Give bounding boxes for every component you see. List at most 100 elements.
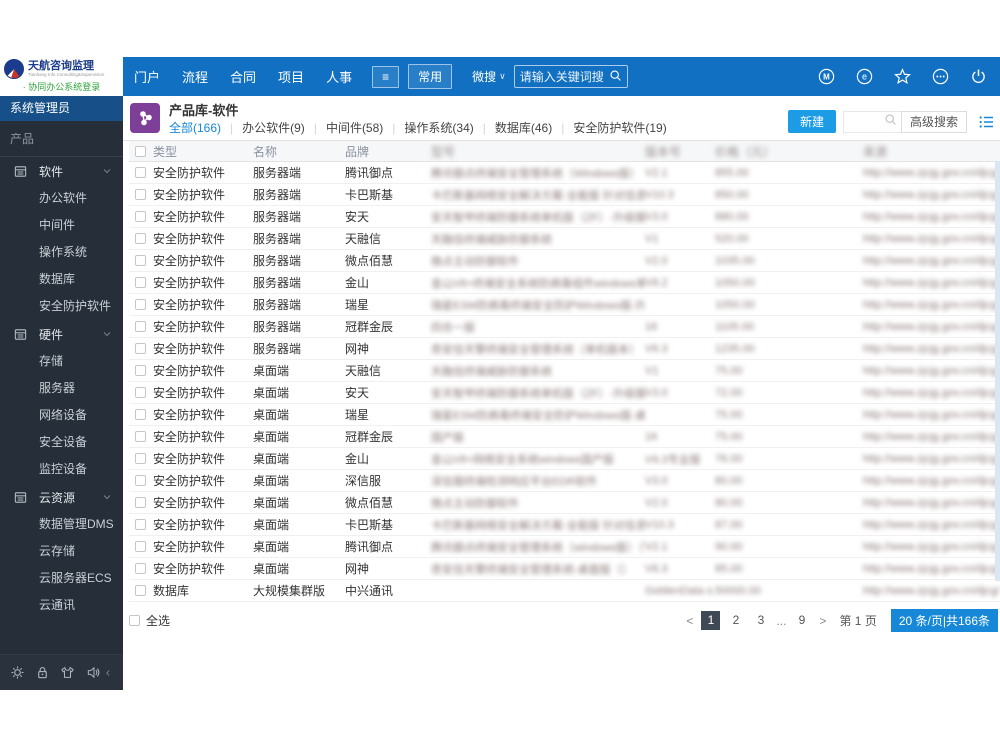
nav-tab-4[interactable]: 人事 (326, 67, 352, 86)
filter-tab-2[interactable]: 中间件(58) (326, 119, 383, 136)
nav-tab-common[interactable]: 常用 (408, 64, 453, 89)
row-checkbox[interactable] (135, 167, 146, 178)
page-button-9[interactable]: 9 (792, 611, 812, 630)
row-checkbox[interactable] (135, 563, 146, 574)
table-row-3[interactable]: 安全防护软件 服务器端 天融信 天融信终端威胁防御系统 V1 520.00 ht… (129, 228, 1000, 250)
gear-icon[interactable] (10, 665, 25, 680)
row-checkbox[interactable] (135, 497, 146, 508)
column-header-blurred[interactable]: 版本号 (645, 143, 715, 160)
row-checkbox[interactable] (135, 541, 146, 552)
table-row-10[interactable]: 安全防护软件 桌面端 安天 安天智甲终端防御系统单机版（ZF）-升级服务(三年)… (129, 382, 1000, 404)
row-checkbox[interactable] (135, 409, 146, 420)
row-checkbox[interactable] (135, 343, 146, 354)
sidebar-group-1[interactable]: 硬件 (0, 320, 123, 348)
table-row-11[interactable]: 安全防护软件 桌面端 瑞星 瑞星ESM防病毒终端安全防护Windows版-桌面授… (129, 404, 1000, 426)
prev-page-button[interactable]: < (681, 614, 698, 628)
row-checkbox[interactable] (135, 255, 146, 266)
sidebar-item-安全防护软件[interactable]: 安全防护软件 (0, 293, 123, 320)
sidebar-item-操作系统[interactable]: 操作系统 (0, 239, 123, 266)
sidebar-group-2[interactable]: 云资源 (0, 483, 123, 511)
collapse-sidebar-icon[interactable] (103, 668, 113, 678)
wsearch-dropdown[interactable]: 微搜 ∨ (472, 68, 506, 85)
row-checkbox[interactable] (135, 453, 146, 464)
more-circle-icon[interactable] (932, 68, 949, 85)
table-row-8[interactable]: 安全防护软件 服务器端 网神 奇安信天擎终端安全管理系统（单机版本） V6.3 … (129, 338, 1000, 360)
filter-tab-0[interactable]: 全部(166) (169, 119, 221, 146)
table-row-0[interactable]: 安全防护软件 服务器端 腾讯御点 腾讯御点终端安全管理系统（Windows版） … (129, 162, 1000, 184)
page-button-1[interactable]: 1 (701, 611, 721, 630)
row-checkbox[interactable] (135, 519, 146, 530)
sidebar-item-云服务器ECS[interactable]: 云服务器ECS (0, 565, 123, 592)
column-header[interactable]: 类型 (153, 143, 253, 160)
advanced-search-button[interactable]: 高级搜索 (900, 110, 967, 133)
new-button[interactable]: 新建 (787, 110, 836, 133)
table-row-9[interactable]: 安全防护软件 桌面端 天融信 天融信终端威胁防御系统 V1 75.00 http… (129, 360, 1000, 382)
next-page-button[interactable]: > (814, 614, 831, 628)
sidebar-item-服务器[interactable]: 服务器 (0, 375, 123, 402)
table-row-12[interactable]: 安全防护软件 桌面端 冠群金辰 国产版 16 75.00 http://www.… (129, 426, 1000, 448)
nav-tab-1[interactable]: 流程 (182, 67, 208, 86)
sidebar-item-办公软件[interactable]: 办公软件 (0, 185, 123, 212)
row-checkbox[interactable] (135, 475, 146, 486)
table-row-7[interactable]: 安全防护软件 服务器端 冠群金辰 四合一版 16 1105.00 http://… (129, 316, 1000, 338)
sidebar-group-0[interactable]: 软件 (0, 157, 123, 185)
table-search-input[interactable] (842, 110, 901, 133)
row-checkbox[interactable] (135, 585, 146, 596)
page-button-3[interactable]: 3 (751, 611, 771, 630)
table-row-14[interactable]: 安全防护软件 桌面端 深信服 深信服终端检测响应平台EDR软件 V3.0 80.… (129, 470, 1000, 492)
row-checkbox[interactable] (135, 277, 146, 288)
sound-icon[interactable] (86, 665, 101, 680)
filter-tab-1[interactable]: 办公软件(9) (242, 119, 305, 136)
sidebar-item-监控设备[interactable]: 监控设备 (0, 456, 123, 483)
row-checkbox[interactable] (135, 189, 146, 200)
header-checkbox[interactable] (135, 145, 146, 157)
vertical-scrollbar[interactable] (995, 161, 1000, 581)
column-header-blurred[interactable]: 型号 (431, 143, 645, 160)
row-checkbox[interactable] (135, 299, 146, 310)
table-row-6[interactable]: 安全防护软件 服务器端 瑞星 瑞星ESM防病毒终端安全防护Windows版-升级… (129, 294, 1000, 316)
filter-tab-5[interactable]: 安全防护软件(19) (573, 119, 666, 136)
sidebar-item-云存储[interactable]: 云存储 (0, 538, 123, 565)
global-search-input[interactable]: 请输入关键词搜 (513, 65, 628, 88)
table-row-1[interactable]: 安全防护软件 服务器端 卡巴斯基 卡巴斯基网络安全解决方案-全能版 针对信息安全… (129, 184, 1000, 206)
row-checkbox[interactable] (135, 233, 146, 244)
sidebar-item-网络设备[interactable]: 网络设备 (0, 402, 123, 429)
theme-shirt-icon[interactable] (60, 665, 75, 680)
select-all-checkbox[interactable] (129, 615, 140, 626)
filter-tab-3[interactable]: 操作系统(34) (404, 119, 473, 136)
sidebar-item-安全设备[interactable]: 安全设备 (0, 429, 123, 456)
page-button-2[interactable]: 2 (726, 611, 746, 630)
row-checkbox[interactable] (135, 431, 146, 442)
table-row-2[interactable]: 安全防护软件 服务器端 安天 安天智甲终端防御系统单机版（ZF）-升级服务(三年… (129, 206, 1000, 228)
row-checkbox[interactable] (135, 365, 146, 376)
list-view-icon[interactable] (978, 114, 994, 130)
filter-tab-4[interactable]: 数据库(46) (495, 119, 552, 136)
star-icon[interactable] (894, 68, 911, 85)
lock-icon[interactable] (35, 665, 50, 680)
table-row-17[interactable]: 安全防护软件 桌面端 腾讯御点 腾讯御点终端安全管理系统（windows版）（ V… (129, 536, 1000, 558)
table-row-16[interactable]: 安全防护软件 桌面端 卡巴斯基 卡巴斯基网络安全解决方案-全能版 针对信息安全5… (129, 514, 1000, 536)
nav-tab-3[interactable]: 项目 (278, 67, 304, 86)
table-row-13[interactable]: 安全防护软件 桌面端 金山 金山V8+网络安全系统windows国产版 V9.3… (129, 448, 1000, 470)
column-header-blurred[interactable]: 来源 (863, 143, 1000, 160)
table-row-18[interactable]: 安全防护软件 桌面端 网神 奇安信天擎终端安全管理系统-桌面版（） V6.3 8… (129, 558, 1000, 580)
power-icon[interactable] (970, 68, 987, 85)
table-row-15[interactable]: 安全防护软件 桌面端 微点佰慧 微点主动防御软件 V2.0 80.00 http… (129, 492, 1000, 514)
column-header[interactable]: 品牌 (345, 143, 431, 160)
table-row-4[interactable]: 安全防护软件 服务器端 微点佰慧 微点主动防御软件 V2.0 1035.00 h… (129, 250, 1000, 272)
message-circle-icon[interactable]: e (856, 68, 873, 85)
row-checkbox[interactable] (135, 387, 146, 398)
sidebar-item-中间件[interactable]: 中间件 (0, 212, 123, 239)
row-checkbox[interactable] (135, 211, 146, 222)
sidebar-item-数据库[interactable]: 数据库 (0, 266, 123, 293)
page-size-button[interactable]: 20 条/页|共166条 (890, 609, 998, 632)
nav-tab-2[interactable]: 合同 (230, 67, 256, 86)
oa-login-link[interactable]: · 协同办公系统登录 (4, 80, 119, 93)
m-circle-icon[interactable]: M (818, 68, 835, 85)
search-icon[interactable] (609, 69, 622, 85)
column-header-blurred[interactable]: 价格（元） (715, 143, 863, 160)
column-header[interactable]: 名称 (253, 143, 345, 160)
sidebar-item-存储[interactable]: 存储 (0, 348, 123, 375)
table-row-5[interactable]: 安全防护软件 服务器端 金山 金山V8+终端安全系统防病毒组件windows单机… (129, 272, 1000, 294)
sidebar-item-数据管理DMS[interactable]: 数据管理DMS (0, 511, 123, 538)
